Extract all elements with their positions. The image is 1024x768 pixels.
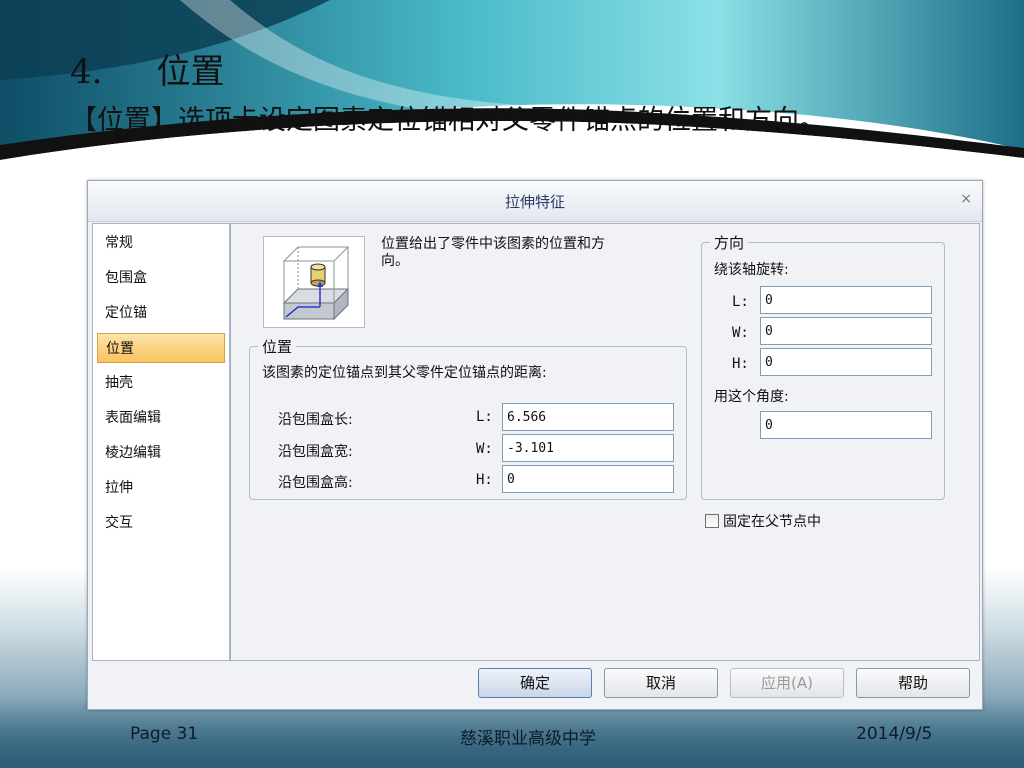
sidebar-item-surface-edit[interactable]: 表面编辑 — [97, 403, 225, 433]
height-axis-label: H: — [476, 472, 493, 488]
position-group-subtitle: 该图素的定位锚点到其父零件定位锚点的距离: — [262, 365, 547, 381]
footer-page-number: Page 31 — [130, 724, 199, 744]
sidebar-item-extrude[interactable]: 拉伸 — [97, 473, 225, 503]
height-offset-input[interactable] — [502, 465, 674, 493]
extrude-feature-dialog: 拉伸特征 × 常规 包围盒 定位锚 位置 抽壳 表面编辑 棱边编辑 拉伸 交互 — [87, 180, 983, 710]
apply-button[interactable]: 应用(A) — [730, 668, 844, 698]
rotate-l-input[interactable] — [760, 286, 932, 314]
sidebar-item-edge-edit[interactable]: 棱边编辑 — [97, 438, 225, 468]
position-description: 位置给出了零件中该图素的位置和方向。 — [381, 236, 605, 269]
length-axis-label: L: — [476, 409, 493, 425]
position-group-label: 位置 — [258, 336, 297, 357]
footer-school-name: 慈溪职业高级中学 — [460, 729, 596, 749]
slide-title: 4. 位置 — [70, 52, 225, 92]
sidebar-item-shell[interactable]: 抽壳 — [97, 368, 225, 398]
sidebar-item-general[interactable]: 常规 — [97, 228, 225, 258]
rotate-h-input[interactable] — [760, 348, 932, 376]
dialog-button-bar: 确定 取消 应用(A) 帮助 — [88, 661, 982, 709]
length-offset-input[interactable] — [502, 403, 674, 431]
width-axis-label: W: — [476, 441, 493, 457]
slide-body-text: 【位置】选项卡设定图素定位锚相对父零件锚点的位置和方向。 — [70, 105, 826, 136]
property-sidebar: 常规 包围盒 定位锚 位置 抽壳 表面编辑 棱边编辑 拉伸 交互 — [92, 223, 230, 661]
angle-label: 用这个角度: — [714, 389, 789, 405]
position-preview-image — [263, 236, 365, 328]
rotate-w-input[interactable] — [760, 317, 932, 345]
rotate-h-axis-label: H: — [732, 356, 749, 372]
cancel-button[interactable]: 取消 — [604, 668, 718, 698]
footer-date: 2014/9/5 — [856, 724, 933, 744]
dialog-title: 拉伸特征 — [504, 193, 565, 211]
direction-groupbox: 方向 绕该轴旋转: L: W: H: 用这个角度: — [701, 232, 945, 500]
width-label: 沿包围盒宽: — [278, 444, 353, 460]
rotation-angle-input[interactable] — [760, 411, 932, 439]
help-button[interactable]: 帮助 — [856, 668, 970, 698]
ok-button[interactable]: 确定 — [478, 668, 592, 698]
height-label: 沿包围盒高: — [278, 475, 353, 491]
length-label: 沿包围盒长: — [278, 412, 353, 428]
width-offset-input[interactable] — [502, 434, 674, 462]
sidebar-item-interaction[interactable]: 交互 — [97, 508, 225, 538]
position-groupbox: 位置 该图素的定位锚点到其父零件定位锚点的距离: 沿包围盒长: L: 沿包围盒宽… — [249, 336, 687, 500]
fixed-in-parent-checkbox[interactable] — [705, 514, 719, 528]
box-anchor-illustration — [282, 246, 350, 321]
sidebar-item-anchor[interactable]: 定位锚 — [97, 298, 225, 328]
sidebar-item-position[interactable]: 位置 — [97, 333, 225, 363]
rotate-l-axis-label: L: — [732, 294, 749, 310]
sidebar-item-bounding-box[interactable]: 包围盒 — [97, 263, 225, 293]
direction-group-label: 方向 — [710, 232, 749, 253]
close-icon[interactable]: × — [960, 191, 972, 207]
position-panel: 位置给出了零件中该图素的位置和方向。 位置 该图素的定位锚点到其父零件定位锚点的… — [230, 223, 980, 661]
rotate-about-axis-label: 绕该轴旋转: — [714, 262, 789, 278]
rotate-w-axis-label: W: — [732, 325, 749, 341]
dialog-titlebar: 拉伸特征 × — [88, 181, 982, 222]
fixed-in-parent-label: 固定在父节点中 — [723, 514, 821, 530]
